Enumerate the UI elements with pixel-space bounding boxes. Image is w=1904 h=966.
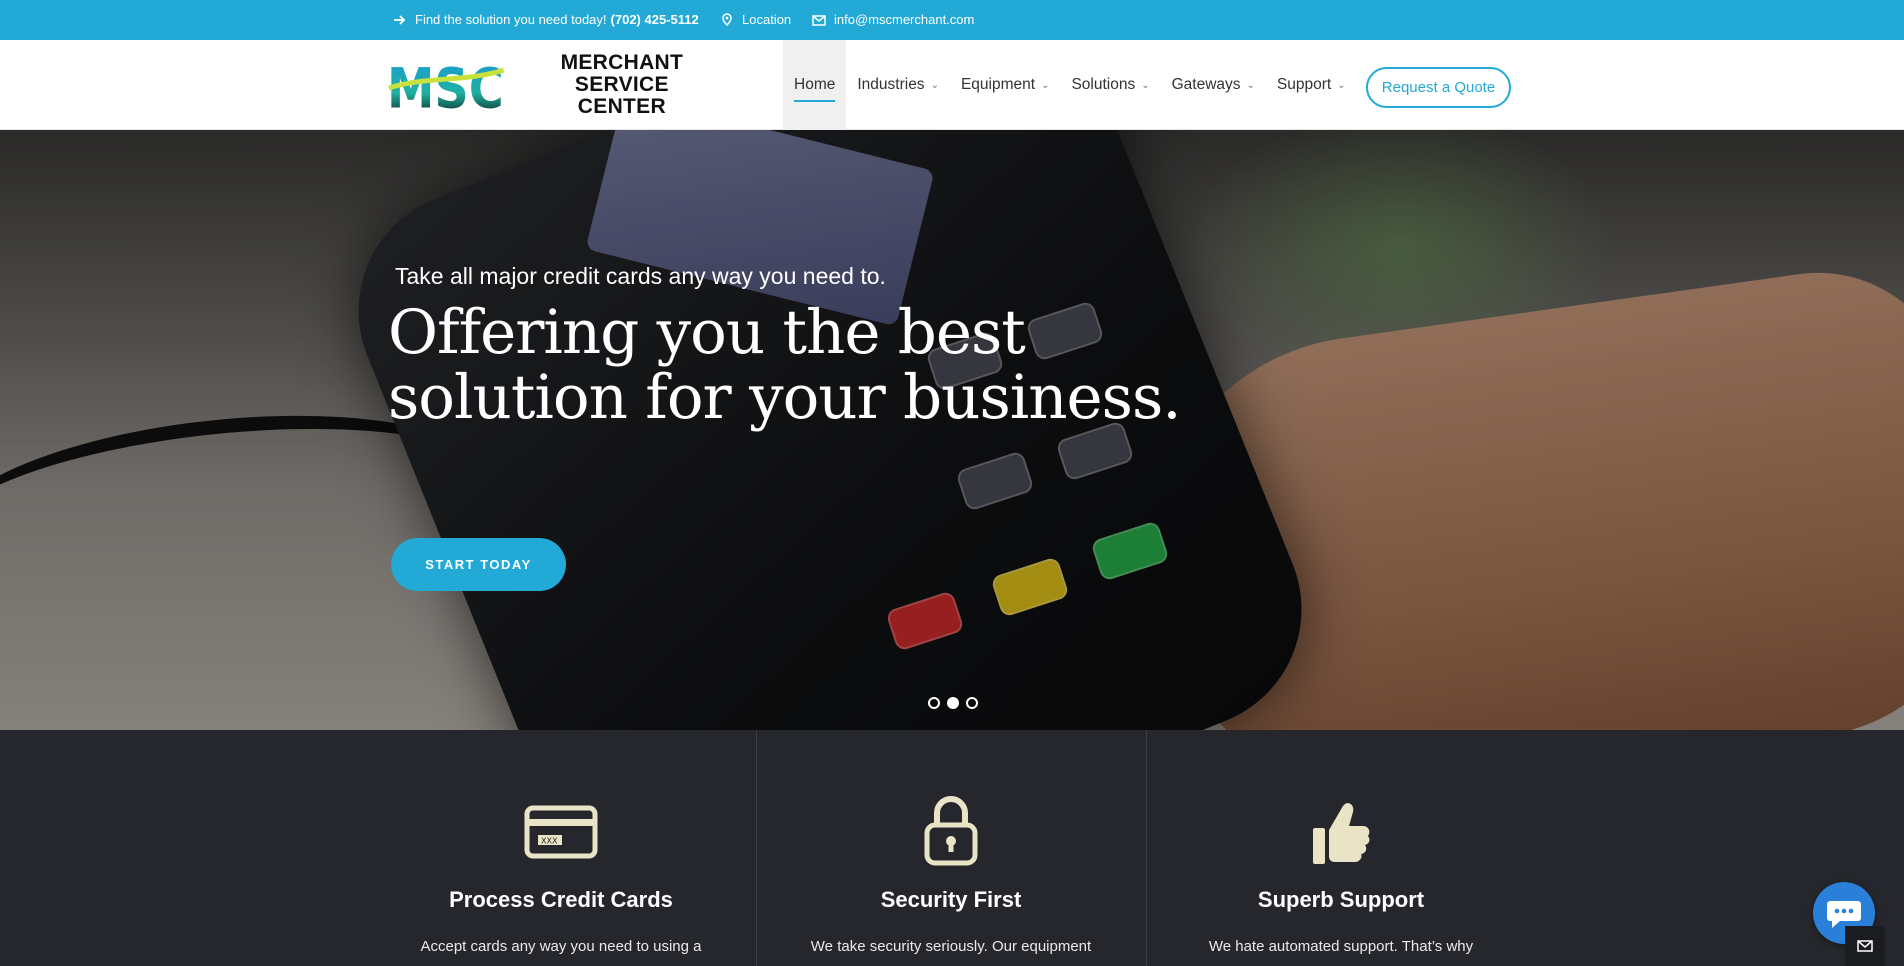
email-address: info@mscmerchant.com [834, 12, 975, 27]
mail-icon [812, 14, 826, 26]
logo-wordmark: MERCHANT SERVICE CENTER [512, 52, 732, 118]
thumbs-up-icon [1313, 803, 1370, 864]
feature-text: We take security seriously. Our equipmen… [810, 938, 1092, 955]
main-nav: Home Industries ⌄ Equipment ⌄ Solutions ⌄ G… [783, 40, 1357, 130]
feature-title: Security First [880, 887, 1022, 912]
feature-title: Process Credit Cards [449, 887, 673, 912]
hero-subtitle: Take all major credit cards any way you … [395, 263, 886, 289]
start-today-button[interactable]: START TODAY [391, 538, 566, 591]
request-quote-button[interactable]: Request a Quote [1366, 67, 1511, 108]
nav-equipment[interactable]: Equipment ⌄ [950, 40, 1061, 130]
hero-title-line-2: solution for your business. [388, 362, 1182, 433]
feature-support: Superb Support We hate automated support… [1146, 730, 1536, 966]
mail-icon [1857, 940, 1873, 952]
site-header: MSC MERCHANT SERVICE CENTER Home Industr… [0, 40, 1904, 130]
nav-gateways-label: Gateways [1171, 76, 1241, 93]
svg-text:XXX: XXX [541, 837, 558, 846]
nav-gateways[interactable]: Gateways ⌄ [1161, 40, 1266, 130]
nav-industries-label: Industries [857, 76, 925, 93]
phone-prefix: Find the solution you need today! [415, 12, 607, 27]
logo-line-1: MERCHANT SERVICE [560, 51, 684, 96]
nav-home[interactable]: Home [783, 40, 847, 130]
hero-title-line-1: Offering you the best [388, 297, 1026, 368]
phone-link[interactable]: Find the solution you need today! (702) … [393, 12, 699, 27]
hero-title: Offering you the best solution for your … [388, 300, 1208, 430]
email-link[interactable]: info@mscmerchant.com [812, 12, 974, 27]
nav-industries[interactable]: Industries ⌄ [846, 40, 950, 130]
location-link[interactable]: Location [720, 12, 791, 27]
features-section: XXX Process Credit Cards Accept cards an… [0, 730, 1904, 966]
nav-equipment-label: Equipment [960, 76, 1036, 93]
map-pin-icon [722, 12, 732, 26]
chevron-down-icon: ⌄ [1337, 79, 1346, 91]
feature-process-cards: XXX Process Credit Cards Accept cards an… [366, 730, 756, 966]
msc-logo-mark: MSC [387, 58, 505, 114]
credit-card-icon: XXX [524, 805, 598, 859]
contact-mail-button[interactable] [1845, 926, 1885, 966]
feature-text: Accept cards any way you need to using a [420, 938, 702, 955]
feature-text: We hate automated support. That’s why [1208, 938, 1474, 955]
chat-bubble-icon [1827, 901, 1861, 928]
feature-security: Security First We take security seriousl… [756, 730, 1146, 966]
slider-dot-3[interactable] [966, 697, 978, 709]
chevron-down-icon: ⌄ [1141, 79, 1150, 91]
logo-line-2: CENTER [577, 95, 666, 118]
nav-solutions[interactable]: Solutions ⌄ [1060, 40, 1160, 130]
chevron-down-icon: ⌄ [1246, 79, 1255, 91]
arrow-right-icon [394, 14, 406, 25]
feature-title: Superb Support [1257, 887, 1425, 912]
nav-home-label: Home [794, 76, 836, 102]
chevron-down-icon: ⌄ [1041, 79, 1050, 91]
slider-dot-2[interactable] [947, 697, 959, 709]
nav-solutions-label: Solutions [1071, 76, 1136, 93]
site-logo[interactable]: MSC MERCHANT SERVICE CENTER [387, 52, 732, 118]
slider-pagination [928, 697, 978, 709]
phone-number: (702) 425-5112 [610, 12, 699, 27]
slider-dot-1[interactable] [928, 697, 940, 709]
lock-icon [924, 796, 978, 866]
chevron-down-icon: ⌄ [930, 79, 939, 91]
top-contact-bar: Find the solution you need today! (702) … [0, 0, 1904, 40]
hero-slider: Take all major credit cards any way you … [0, 130, 1904, 730]
nav-support[interactable]: Support ⌄ [1266, 40, 1357, 130]
nav-support-label: Support [1276, 76, 1332, 93]
location-label: Location [742, 12, 792, 27]
